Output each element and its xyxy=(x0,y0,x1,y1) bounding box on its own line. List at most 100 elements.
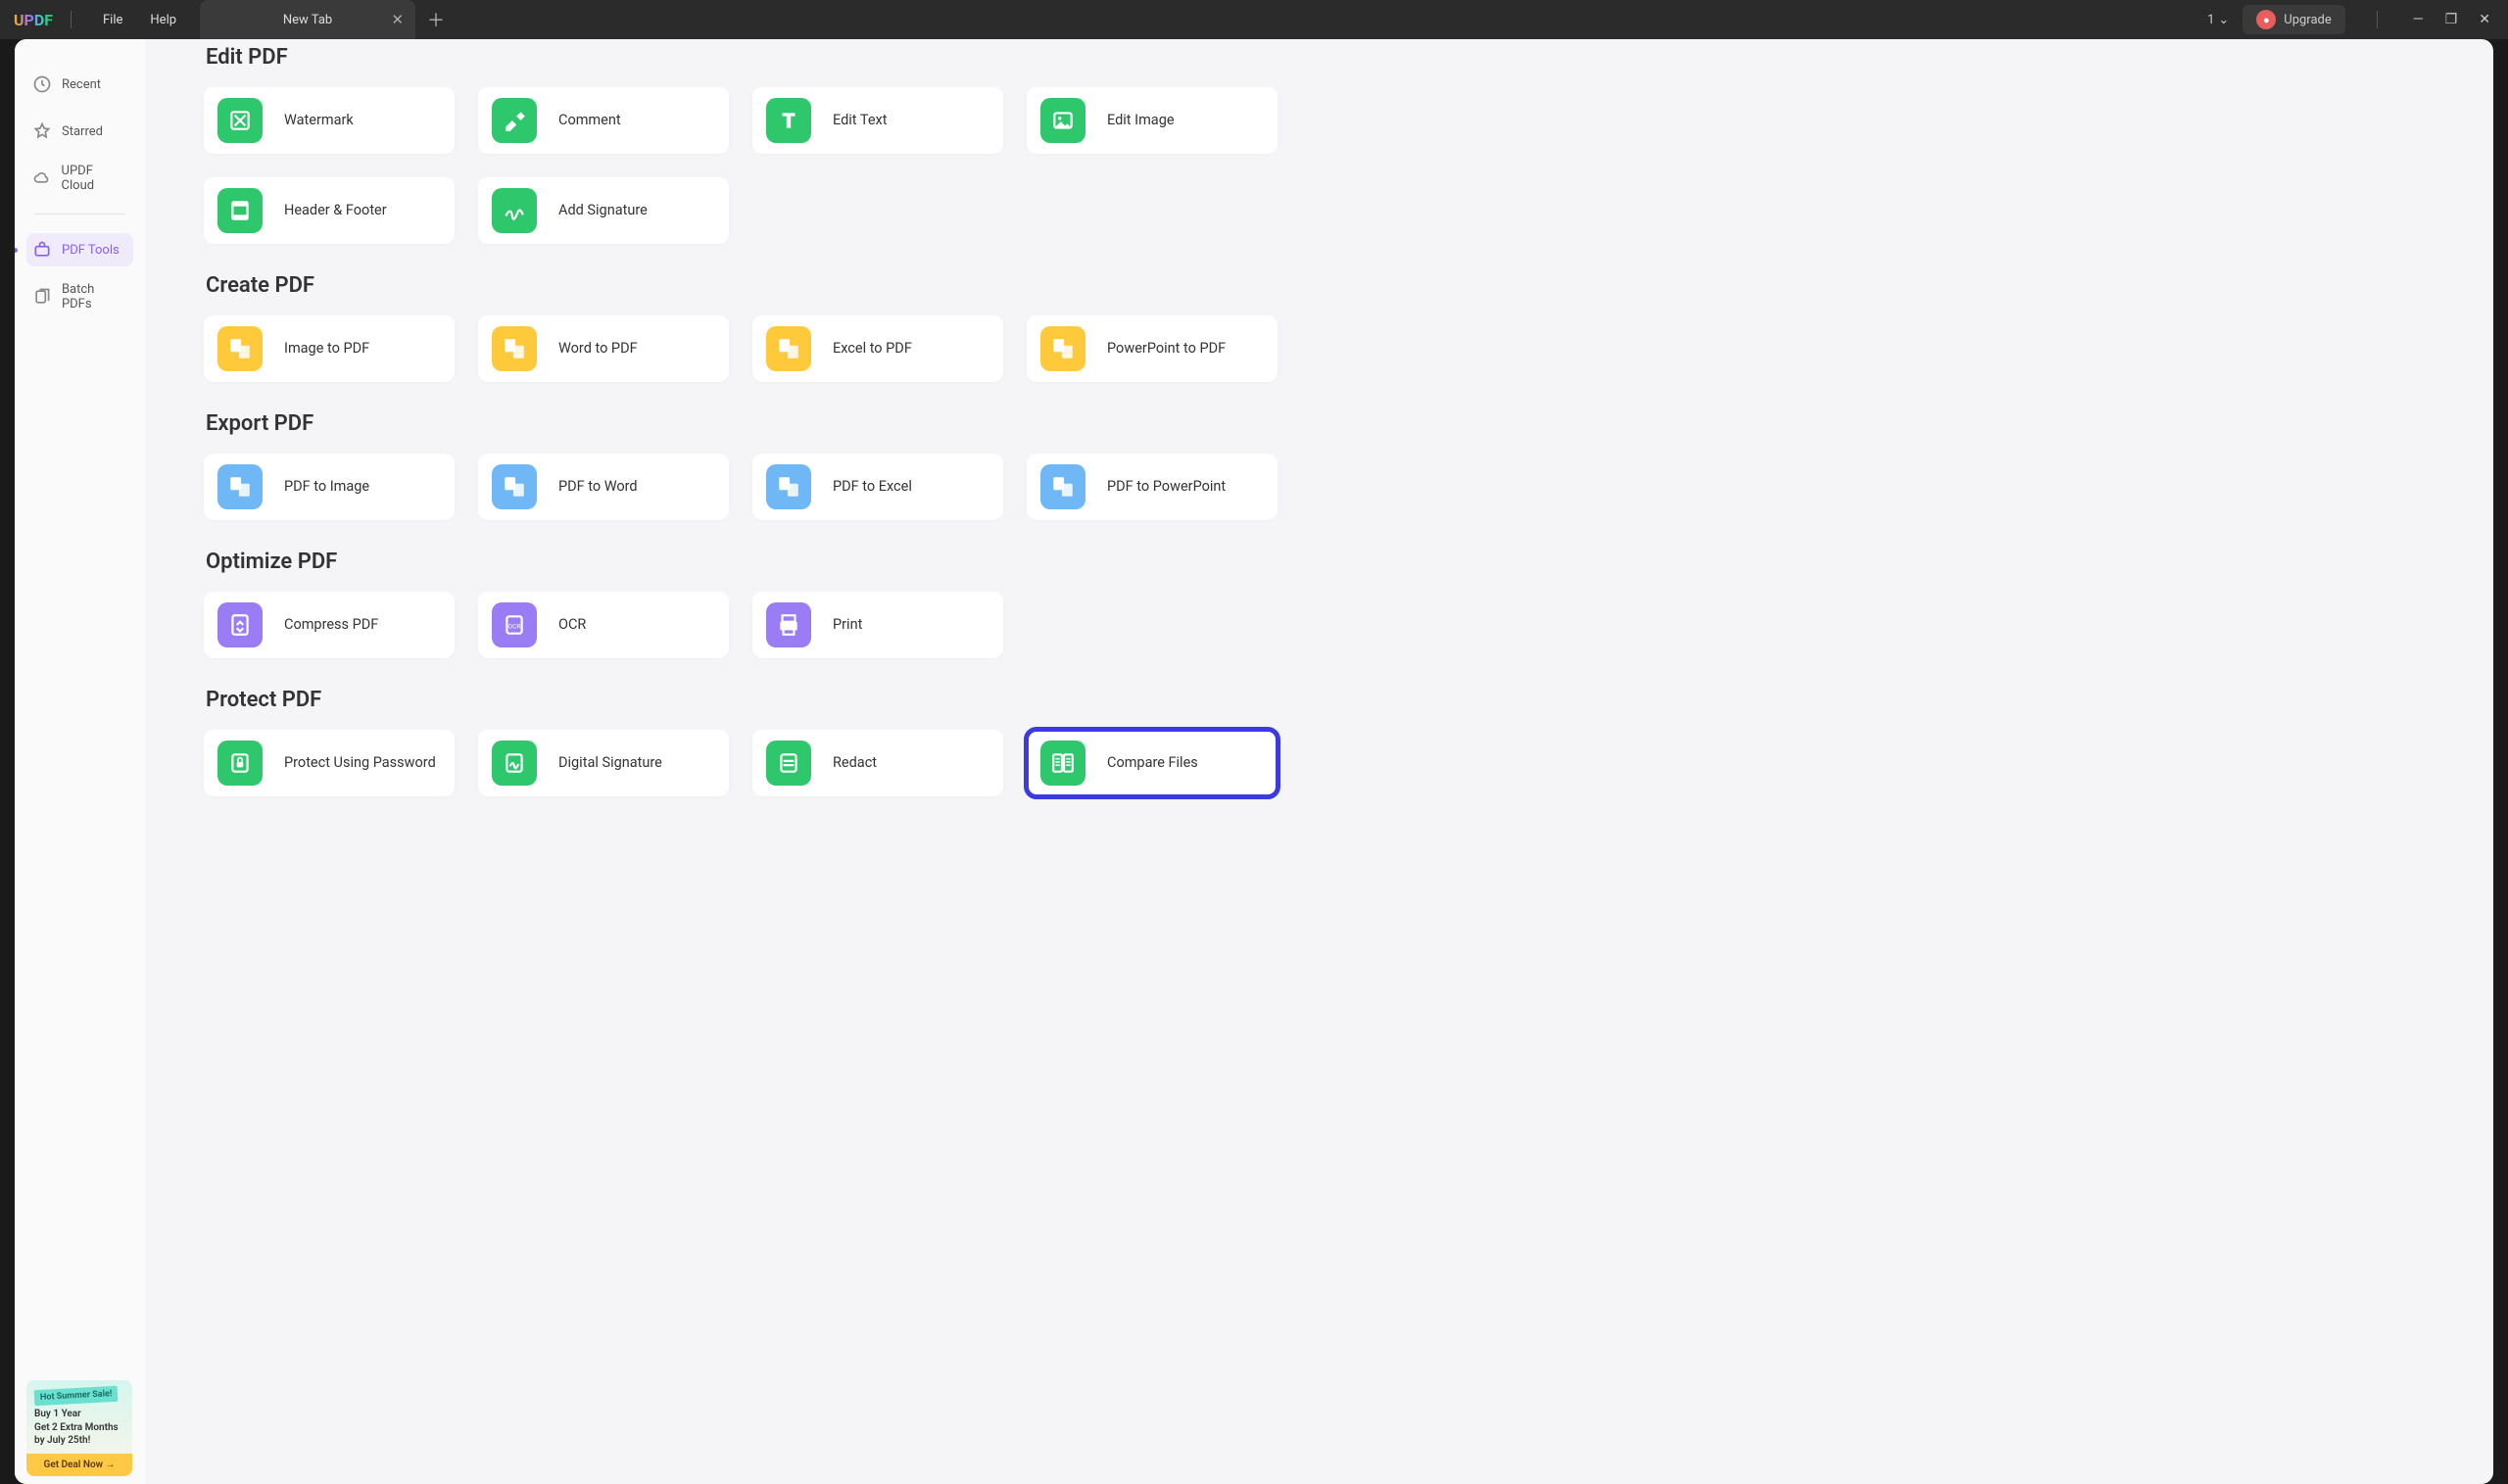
watermark-icon xyxy=(217,98,263,143)
tool-print[interactable]: Print xyxy=(752,592,1003,658)
tool-label: PowerPoint to PDF xyxy=(1107,340,1226,359)
tool-label: PDF to Excel xyxy=(833,478,912,497)
ppt-to-pdf-icon xyxy=(1040,326,1085,371)
tool-header-footer[interactable]: Header & Footer xyxy=(204,177,455,244)
sidebar-item-label: Recent xyxy=(62,77,101,92)
signature-icon xyxy=(492,188,537,233)
print-icon xyxy=(766,602,811,647)
content: Edit PDF Watermark Comment Edit Text Edi… xyxy=(145,39,2493,1484)
sidebar-item-cloud[interactable]: UPDF Cloud xyxy=(26,162,133,195)
clock-icon xyxy=(32,74,52,94)
tool-label: Print xyxy=(833,616,862,635)
maximize-icon[interactable]: ❐ xyxy=(2441,8,2462,31)
tool-add-signature[interactable]: Add Signature xyxy=(478,177,729,244)
tool-label: Redact xyxy=(833,754,877,773)
tool-watermark[interactable]: Watermark xyxy=(204,87,455,154)
tool-pdf-to-word[interactable]: PDF to Word xyxy=(478,454,729,520)
section-title-edit: Edit PDF xyxy=(206,45,2435,70)
tool-label: Compare Files xyxy=(1107,754,1198,773)
image-icon xyxy=(1040,98,1085,143)
excel-to-pdf-icon xyxy=(766,326,811,371)
tool-label: Add Signature xyxy=(558,202,648,220)
tool-excel-to-pdf[interactable]: Excel to PDF xyxy=(752,315,1003,382)
digital-signature-icon xyxy=(492,741,537,786)
promo-card[interactable]: Hot Summer Sale! Buy 1 Year Get 2 Extra … xyxy=(26,1380,132,1476)
section-title-protect: Protect PDF xyxy=(206,688,2435,712)
workspace: Recent Starred UPDF Cloud PDF Tools xyxy=(15,39,2493,1484)
avatar: ● xyxy=(2256,10,2276,29)
tool-ppt-to-pdf[interactable]: PowerPoint to PDF xyxy=(1027,315,1278,382)
chevron-down-icon: ⌄ xyxy=(2218,13,2229,27)
tool-label: Comment xyxy=(558,112,621,130)
tool-label: Header & Footer xyxy=(284,202,387,220)
pdf-to-ppt-icon xyxy=(1040,464,1085,509)
menu-help[interactable]: Help xyxy=(136,13,190,27)
tool-compare-files[interactable]: Compare Files xyxy=(1027,730,1278,796)
star-icon xyxy=(32,121,52,141)
sidebar-item-starred[interactable]: Starred xyxy=(26,115,133,148)
separator xyxy=(2377,11,2378,28)
text-icon xyxy=(766,98,811,143)
promo-banner: Hot Summer Sale! xyxy=(34,1386,119,1407)
tool-pdf-to-excel[interactable]: PDF to Excel xyxy=(752,454,1003,520)
tool-label: PDF to Image xyxy=(284,478,369,497)
sidebar-item-label: Batch PDFs xyxy=(62,282,127,311)
tool-compress[interactable]: Compress PDF xyxy=(204,592,455,658)
tool-label: PDF to PowerPoint xyxy=(1107,478,1226,497)
page-number: 1 xyxy=(2207,13,2214,27)
tab-new[interactable]: New Tab ✕ xyxy=(200,0,415,39)
sidebar-item-label: Starred xyxy=(62,124,103,139)
tool-pdf-to-ppt[interactable]: PDF to PowerPoint xyxy=(1027,454,1278,520)
highlighter-icon xyxy=(492,98,537,143)
tool-ocr[interactable]: OCR OCR xyxy=(478,592,729,658)
minimize-icon[interactable]: — xyxy=(2409,8,2428,31)
tool-protect-password[interactable]: Protect Using Password xyxy=(204,730,455,796)
tool-label: Image to PDF xyxy=(284,340,369,359)
image-to-pdf-icon xyxy=(217,326,263,371)
toolbox-icon xyxy=(32,240,52,260)
tool-label: Protect Using Password xyxy=(284,754,436,773)
upgrade-button[interactable]: ● Upgrade xyxy=(2243,5,2344,34)
promo-cta-button[interactable]: Get Deal Now → xyxy=(26,1454,132,1477)
tool-label: Watermark xyxy=(284,112,354,130)
tool-label: Excel to PDF xyxy=(833,340,912,359)
tool-pdf-to-image[interactable]: PDF to Image xyxy=(204,454,455,520)
sidebar-item-pdf-tools[interactable]: PDF Tools xyxy=(26,233,133,266)
sidebar-item-label: UPDF Cloud xyxy=(62,164,127,193)
grid-protect: Protect Using Password Digital Signature… xyxy=(204,730,2435,796)
tool-redact[interactable]: Redact xyxy=(752,730,1003,796)
promo-line: by July 25th! xyxy=(34,1434,124,1448)
tool-label: Edit Text xyxy=(833,112,887,130)
tool-digital-signature[interactable]: Digital Signature xyxy=(478,730,729,796)
tool-word-to-pdf[interactable]: Word to PDF xyxy=(478,315,729,382)
page-indicator[interactable]: 1 ⌄ xyxy=(2207,13,2229,27)
tool-edit-text[interactable]: Edit Text xyxy=(752,87,1003,154)
tool-label: Digital Signature xyxy=(558,754,662,773)
compress-icon xyxy=(217,602,263,647)
close-icon[interactable]: ✕ xyxy=(391,11,404,28)
tab-label: New Tab xyxy=(283,13,332,27)
close-window-icon[interactable]: ✕ xyxy=(2475,8,2494,31)
sidebar: Recent Starred UPDF Cloud PDF Tools xyxy=(15,39,145,1484)
menu-file[interactable]: File xyxy=(89,13,136,27)
titlebar: UPDF File Help New Tab ✕ ＋ 1 ⌄ ● Upgrade… xyxy=(0,0,2508,39)
tool-label: Word to PDF xyxy=(558,340,638,359)
new-tab-button[interactable]: ＋ xyxy=(427,7,445,32)
pdf-to-excel-icon xyxy=(766,464,811,509)
lock-icon xyxy=(217,741,263,786)
grid-optimize: Compress PDF OCR OCR Print xyxy=(204,592,2435,658)
compare-icon xyxy=(1040,741,1085,786)
grid-edit: Watermark Comment Edit Text Edit Image H… xyxy=(204,87,2435,244)
cloud-icon xyxy=(32,168,52,188)
redact-icon xyxy=(766,741,811,786)
tool-comment[interactable]: Comment xyxy=(478,87,729,154)
tool-edit-image[interactable]: Edit Image xyxy=(1027,87,1278,154)
promo-line: Buy 1 Year xyxy=(34,1408,124,1421)
sidebar-item-batch[interactable]: Batch PDFs xyxy=(26,280,133,313)
stack-icon xyxy=(32,287,52,307)
sidebar-item-recent[interactable]: Recent xyxy=(26,68,133,101)
tool-label: OCR xyxy=(558,616,586,635)
section-title-create: Create PDF xyxy=(206,273,2435,298)
promo-line: Get 2 Extra Months xyxy=(34,1421,124,1435)
tool-image-to-pdf[interactable]: Image to PDF xyxy=(204,315,455,382)
